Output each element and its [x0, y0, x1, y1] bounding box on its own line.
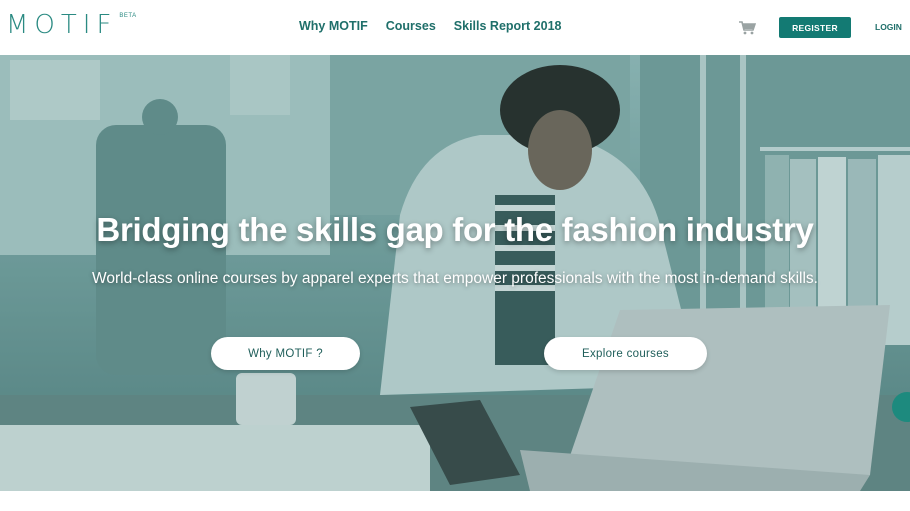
why-motif-button[interactable]: Why MOTIF ? [211, 337, 360, 370]
hero-subtitle: World-class online courses by apparel ex… [92, 270, 818, 287]
beta-badge: BETA [119, 13, 137, 19]
site-header: MOTIF BETA Why MOTIF Courses Skills Repo… [0, 0, 910, 55]
page-bottom-strip [0, 491, 910, 511]
nav-skills-report[interactable]: Skills Report 2018 [454, 19, 562, 33]
nav-why-motif[interactable]: Why MOTIF [299, 19, 368, 33]
shopping-cart-icon[interactable] [738, 21, 757, 35]
login-link[interactable]: LOGIN [875, 22, 902, 32]
hero-section: Bridging the skills gap for the fashion … [0, 55, 910, 491]
logo-text: MOTIF [6, 10, 118, 40]
explore-courses-button[interactable]: Explore courses [544, 337, 707, 370]
main-nav: Why MOTIF Courses Skills Report 2018 [299, 19, 561, 33]
hero-title: Bridging the skills gap for the fashion … [96, 211, 814, 248]
nav-courses[interactable]: Courses [386, 19, 436, 33]
motif-logo[interactable]: MOTIF BETA [6, 10, 137, 40]
register-button[interactable]: REGISTER [779, 17, 851, 38]
